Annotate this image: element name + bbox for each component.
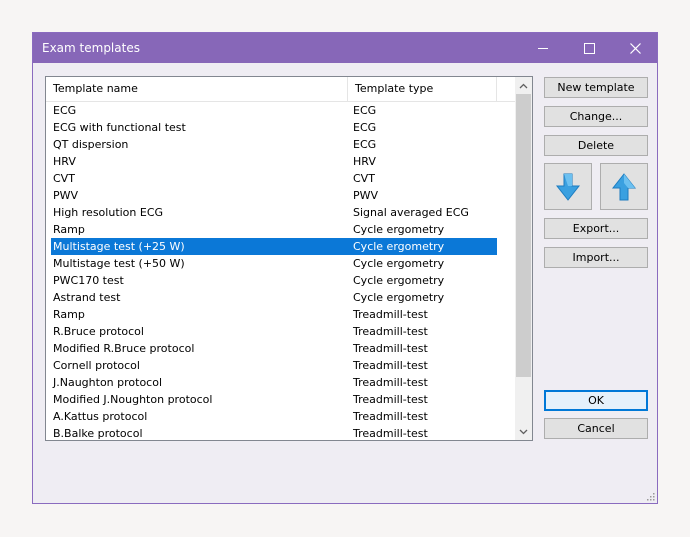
template-name-cell: J.Naughton protocol	[53, 376, 163, 389]
template-type-cell: Treadmill-test	[353, 393, 428, 406]
table-row[interactable]: Astrand test Cycle ergometry	[46, 289, 497, 306]
table-row[interactable]: Ramp Cycle ergometry	[46, 221, 497, 238]
template-type-cell: ECG	[353, 138, 377, 151]
minimize-icon	[538, 47, 548, 49]
template-name-cell: R.Bruce protocol	[53, 325, 144, 338]
list-header: Template name Template type	[46, 77, 515, 102]
arrow-up-icon	[611, 172, 637, 200]
template-type-cell: ECG	[353, 121, 377, 134]
template-type-cell: Treadmill-test	[353, 359, 428, 372]
template-type-cell: Cycle ergometry	[353, 240, 445, 253]
new-template-button[interactable]: New template	[544, 77, 648, 98]
table-row[interactable]: CVT CVT	[46, 170, 497, 187]
ok-button[interactable]: OK	[544, 390, 648, 411]
template-type-cell: ECG	[353, 104, 377, 117]
minimize-button[interactable]	[520, 33, 566, 63]
scroll-up-button[interactable]	[515, 77, 532, 94]
template-name-cell: Ramp	[53, 223, 85, 236]
template-type-cell: Treadmill-test	[353, 308, 428, 321]
table-row[interactable]: HRV HRV	[46, 153, 497, 170]
template-name-cell: Multistage test (+25 W)	[53, 240, 185, 253]
template-name-cell: ECG	[53, 104, 77, 117]
exam-templates-dialog: Exam templates Template name Template ty…	[32, 32, 658, 504]
template-type-cell: Treadmill-test	[353, 427, 428, 440]
template-name-cell: High resolution ECG	[53, 206, 164, 219]
scroll-down-button[interactable]	[515, 423, 532, 440]
template-name-cell: Modified R.Bruce protocol	[53, 342, 195, 355]
template-type-cell: PWV	[353, 189, 379, 202]
scrollbar-thumb[interactable]	[516, 94, 531, 377]
template-name-cell: PWC170 test	[53, 274, 124, 287]
cancel-button[interactable]: Cancel	[544, 418, 648, 439]
table-row[interactable]: J.Naughton protocol Treadmill-test	[46, 374, 497, 391]
template-name-cell: Cornell protocol	[53, 359, 140, 372]
template-type-cell: Treadmill-test	[353, 376, 428, 389]
template-type-cell: Signal averaged ECG	[353, 206, 469, 219]
table-row[interactable]: A.Kattus protocol Treadmill-test	[46, 408, 497, 425]
table-row[interactable]: High resolution ECG Signal averaged ECG	[46, 204, 497, 221]
template-type-cell: Cycle ergometry	[353, 274, 445, 287]
close-button[interactable]	[612, 33, 658, 63]
table-row[interactable]: Multistage test (+25 W) Cycle ergometry	[51, 238, 497, 255]
template-type-cell: HRV	[353, 155, 376, 168]
template-type-cell: Treadmill-test	[353, 410, 428, 423]
maximize-icon	[583, 42, 595, 54]
arrow-down-icon	[555, 173, 581, 201]
table-row[interactable]: ECG with functional test ECG	[46, 119, 497, 136]
export-button[interactable]: Export...	[544, 218, 648, 239]
list-rows: ECG ECG ECG with functional test ECG QT disp…	[46, 102, 515, 440]
table-row[interactable]: Modified J.Noughton protocol Treadmill-te…	[46, 391, 497, 408]
move-down-button[interactable]	[544, 163, 592, 210]
template-name-cell: B.Balke protocol	[53, 427, 143, 440]
title-bar[interactable]: Exam templates	[33, 33, 657, 63]
table-row[interactable]: Cornell protocol Treadmill-test	[46, 357, 497, 374]
template-name-cell: HRV	[53, 155, 76, 168]
move-up-button[interactable]	[600, 163, 648, 210]
template-name-cell: ECG with functional test	[53, 121, 186, 134]
column-header-template-type[interactable]: Template type	[348, 77, 497, 101]
template-name-cell: QT dispersion	[53, 138, 129, 151]
chevron-up-icon	[519, 83, 528, 88]
template-name-cell: A.Kattus protocol	[53, 410, 148, 423]
window-title: Exam templates	[42, 41, 140, 55]
template-name-cell: Modified J.Noughton protocol	[53, 393, 213, 406]
template-name-cell: PWV	[53, 189, 79, 202]
template-name-cell: Astrand test	[53, 291, 121, 304]
delete-button[interactable]: Delete	[544, 135, 648, 156]
template-type-cell: Cycle ergometry	[353, 291, 445, 304]
template-type-cell: CVT	[353, 172, 375, 185]
column-header-template-name[interactable]: Template name	[46, 77, 348, 101]
import-button[interactable]: Import...	[544, 247, 648, 268]
change-button[interactable]: Change...	[544, 106, 648, 127]
table-row[interactable]: B.Balke protocol Treadmill-test	[46, 425, 497, 440]
template-type-cell: Treadmill-test	[353, 342, 428, 355]
template-type-cell: Cycle ergometry	[353, 223, 445, 236]
templates-list[interactable]: Template name Template type ECG ECG ECG wi…	[45, 76, 533, 441]
chevron-down-icon	[519, 429, 528, 434]
table-row[interactable]: Modified R.Bruce protocol Treadmill-test	[46, 340, 497, 357]
template-name-cell: Ramp	[53, 308, 85, 321]
resize-grip-icon[interactable]	[645, 491, 655, 501]
template-name-cell: Multistage test (+50 W)	[53, 257, 185, 270]
table-row[interactable]: Multistage test (+50 W) Cycle ergometry	[46, 255, 497, 272]
template-type-cell: Cycle ergometry	[353, 257, 445, 270]
maximize-button[interactable]	[566, 33, 612, 63]
table-row[interactable]: ECG ECG	[46, 102, 497, 119]
close-icon	[629, 42, 641, 54]
vertical-scrollbar[interactable]	[515, 77, 532, 440]
table-row[interactable]: Ramp Treadmill-test	[46, 306, 497, 323]
template-type-cell: Treadmill-test	[353, 325, 428, 338]
table-row[interactable]: QT dispersion ECG	[46, 136, 497, 153]
table-row[interactable]: R.Bruce protocol Treadmill-test	[46, 323, 497, 340]
table-row[interactable]: PWC170 test Cycle ergometry	[46, 272, 497, 289]
table-row[interactable]: PWV PWV	[46, 187, 497, 204]
template-name-cell: CVT	[53, 172, 75, 185]
